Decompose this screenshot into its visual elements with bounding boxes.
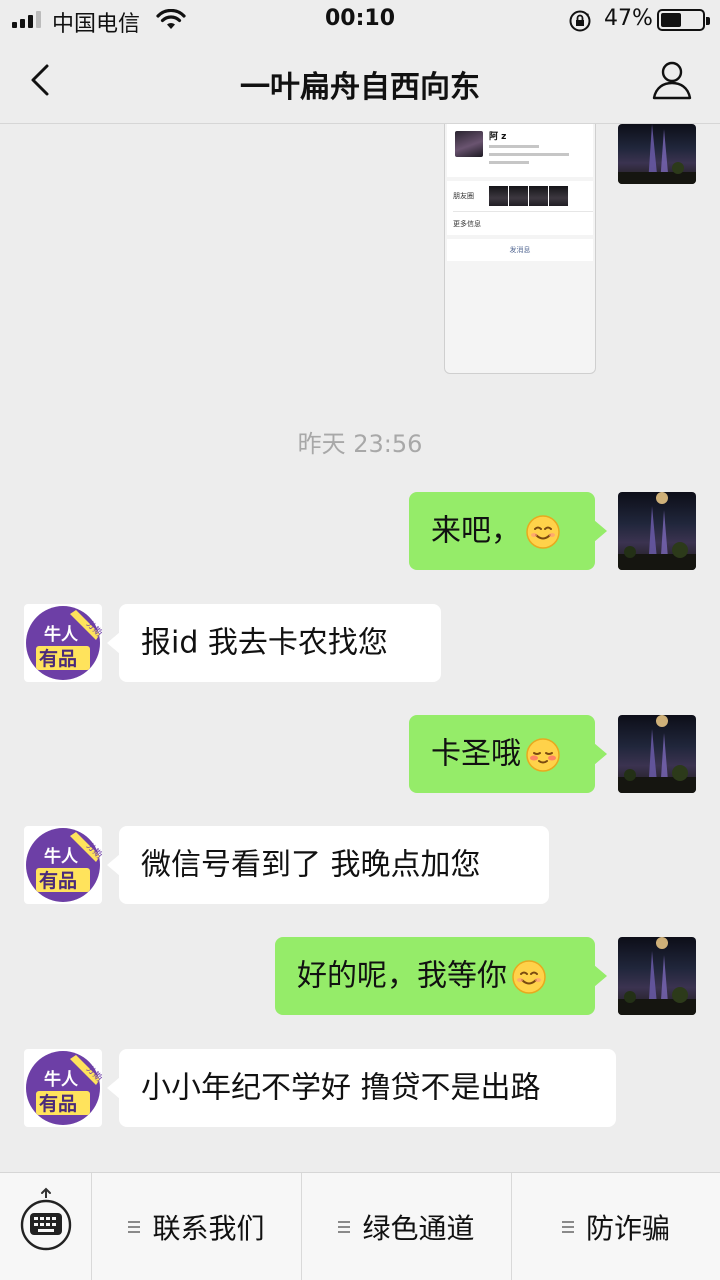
chat-title: 一叶扁舟自西向东: [240, 70, 480, 105]
profile-name: 阿 z: [489, 132, 507, 142]
avatar-line2: 有品: [39, 1092, 77, 1115]
shared-image-message[interactable]: 阿 z 朋友圈 更多信息 发消息: [444, 124, 596, 374]
menu-contact-us[interactable]: 联系我们: [92, 1173, 302, 1280]
smile-emoji-icon: [526, 514, 560, 549]
send-message-label: 发消息: [447, 239, 593, 261]
message-text: 微信号看到了 我晚点加您: [141, 847, 481, 883]
moments-card: 朋友圈 更多信息: [447, 181, 593, 235]
brand-logo: 分期 牛人 有品: [26, 1051, 102, 1125]
smile-emoji-icon: [512, 959, 546, 994]
official-account-menu: 联系我们 绿色通道 防诈骗: [0, 1172, 720, 1280]
menu-item-label: 防诈骗: [585, 1212, 670, 1245]
my-avatar[interactable]: [618, 124, 696, 184]
menu-list-icon: [561, 1218, 574, 1236]
avatar-line1: 牛人: [44, 624, 79, 645]
message-list[interactable]: 阿 z 朋友圈 更多信息 发消息 昨天 23:56 来吧， 分期 牛人 有品 报…: [0, 124, 720, 1172]
keyboard-toggle-button[interactable]: [0, 1173, 92, 1280]
more-info-label: 更多信息: [453, 220, 481, 228]
menu-list-icon: [128, 1218, 141, 1236]
keyboard-icon: [20, 1187, 72, 1251]
received-message[interactable]: 报id 我去卡农找您: [107, 604, 441, 682]
profile-icon[interactable]: [648, 56, 696, 104]
message-text: 小小年纪不学好 撸贷不是出路: [141, 1070, 541, 1106]
night-city-image: [618, 124, 696, 184]
night-city-image: [618, 937, 696, 1015]
menu-item-label: 联系我们: [152, 1212, 265, 1245]
menu-green-channel[interactable]: 绿色通道: [302, 1173, 512, 1280]
sent-message[interactable]: 来吧，: [409, 492, 607, 570]
message-text: 好的呢，我等你: [297, 958, 507, 994]
blush-emoji-icon: [526, 737, 560, 772]
my-avatar[interactable]: [618, 492, 696, 570]
message-timestamp: 昨天 23:56: [297, 430, 423, 458]
contact-avatar[interactable]: 分期 牛人 有品: [24, 826, 102, 904]
my-avatar[interactable]: [618, 715, 696, 793]
brand-logo: 分期 牛人 有品: [26, 828, 102, 902]
chat-header: 一叶扁舟自西向东: [0, 40, 720, 124]
message-text: 来吧，: [431, 513, 521, 549]
battery-percent: 47%: [604, 6, 653, 31]
rotation-lock-icon: [569, 10, 591, 32]
brand-logo: 分期 牛人 有品: [26, 606, 102, 680]
avatar-line1: 牛人: [44, 1069, 79, 1090]
night-city-image: [618, 715, 696, 793]
status-bar: 中国电信 00:10 47%: [0, 0, 720, 40]
moments-label: 朋友圈: [453, 192, 474, 200]
profile-card: 阿 z: [447, 124, 593, 177]
sent-message[interactable]: 卡圣哦: [409, 715, 607, 793]
received-message[interactable]: 微信号看到了 我晚点加您: [107, 826, 549, 904]
my-avatar[interactable]: [618, 937, 696, 1015]
avatar-line2: 有品: [39, 869, 77, 892]
profile-thumbnail: [455, 131, 483, 157]
menu-item-label: 绿色通道: [362, 1212, 475, 1245]
message-text: 报id 我去卡农找您: [141, 625, 388, 661]
received-message[interactable]: 小小年纪不学好 撸贷不是出路: [107, 1049, 616, 1127]
night-city-image: [618, 492, 696, 570]
contact-avatar[interactable]: 分期 牛人 有品: [24, 1049, 102, 1127]
avatar-line1: 牛人: [44, 846, 79, 867]
avatar-line2: 有品: [39, 647, 77, 670]
moments-photos: [489, 186, 568, 206]
menu-list-icon: [338, 1218, 351, 1236]
menu-anti-fraud[interactable]: 防诈骗: [512, 1173, 720, 1280]
contact-avatar[interactable]: 分期 牛人 有品: [24, 604, 102, 682]
sent-message[interactable]: 好的呢，我等你: [275, 937, 607, 1015]
battery-icon: [657, 9, 710, 31]
message-text: 卡圣哦: [431, 736, 521, 772]
